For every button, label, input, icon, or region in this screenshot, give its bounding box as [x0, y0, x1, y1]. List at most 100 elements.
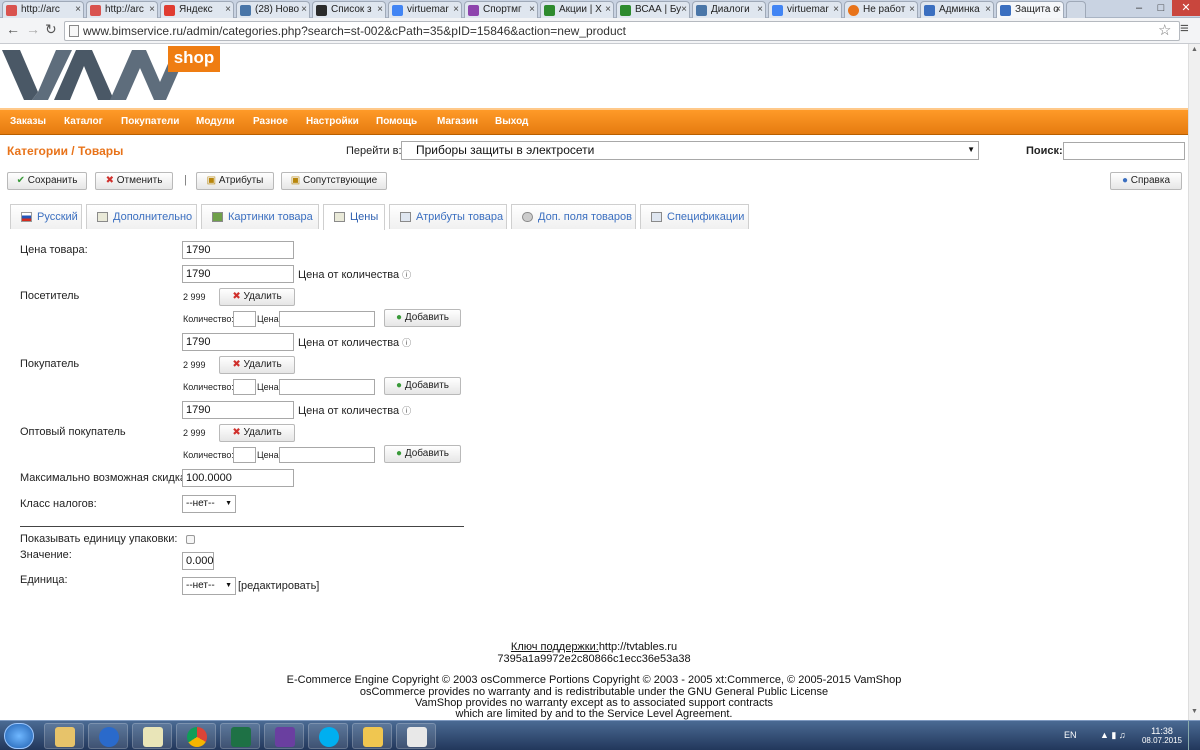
menu-help[interactable]: Помощь — [376, 116, 417, 127]
visual-studio-icon[interactable] — [264, 723, 304, 749]
browser-tab[interactable]: (28) Ново × — [236, 1, 310, 18]
cancel-button[interactable]: ✖ Отменить — [95, 172, 173, 190]
group-price-input[interactable]: 1790 — [182, 265, 294, 283]
show-unit-checkbox[interactable] — [186, 535, 195, 544]
delete-tier-button[interactable]: ✖ Удалить — [219, 356, 295, 374]
url-input[interactable]: www.bimservice.ru/admin/categories.php?s… — [64, 21, 1180, 41]
group-price-input[interactable]: 1790 — [182, 401, 294, 419]
close-tab-icon[interactable]: × — [149, 2, 155, 18]
tab-russian[interactable]: Русский — [10, 204, 82, 229]
tier-price-input[interactable] — [279, 379, 375, 395]
add-tier-button[interactable]: ● Добавить — [384, 377, 461, 395]
tier-price-input[interactable] — [279, 311, 375, 327]
browser-tab[interactable]: http://arc × — [86, 1, 158, 18]
new-tab-button[interactable] — [1066, 1, 1086, 18]
category-select[interactable]: Приборы защиты в электросети ▼ — [401, 141, 979, 160]
browser-tab-active[interactable]: Защита о × — [996, 1, 1064, 19]
close-tab-icon[interactable]: × — [225, 2, 231, 18]
tier-price-input[interactable] — [279, 447, 375, 463]
tab-specifications[interactable]: Спецификации — [640, 204, 749, 229]
reload-icon[interactable]: ↻ — [45, 21, 57, 38]
close-tab-icon[interactable]: × — [529, 2, 535, 18]
related-button[interactable]: ▣ Сопутствующие — [281, 172, 387, 190]
browser-tab[interactable]: Админка × — [920, 1, 994, 18]
browser-tab[interactable]: virtuemar × — [388, 1, 462, 18]
add-tier-button[interactable]: ● Добавить — [384, 445, 461, 463]
search-input[interactable] — [1063, 142, 1185, 160]
info-icon[interactable]: ⓘ — [402, 270, 411, 280]
max-discount-input[interactable]: 100.0000 — [182, 469, 294, 487]
menu-icon[interactable]: ≡ — [1180, 20, 1189, 37]
forward-icon[interactable]: → — [26, 21, 40, 37]
scroll-up-icon[interactable]: ▲ — [1191, 46, 1198, 53]
attributes-button[interactable]: ▣ Атрибуты — [196, 172, 274, 190]
close-tab-icon[interactable]: × — [377, 2, 383, 18]
menu-catalog[interactable]: Каталог — [64, 116, 103, 127]
star-icon[interactable]: ☆ — [1158, 21, 1171, 39]
tab-extra-fields[interactable]: Доп. поля товаров — [511, 204, 636, 229]
vertical-scrollbar[interactable]: ▲ ▼ — [1188, 44, 1200, 720]
delete-tier-button[interactable]: ✖ Удалить — [219, 424, 295, 442]
delete-tier-button[interactable]: ✖ Удалить — [219, 288, 295, 306]
menu-customers[interactable]: Покупатели — [121, 116, 179, 127]
documents-icon[interactable] — [352, 723, 392, 749]
qty-input[interactable] — [233, 379, 256, 395]
help-button[interactable]: ● Справка — [1110, 172, 1182, 190]
browser-tab[interactable]: Не работ × — [844, 1, 918, 18]
menu-modules[interactable]: Модули — [196, 116, 235, 127]
vamshop-logo[interactable] — [2, 48, 192, 102]
product-price-input[interactable]: 1790 — [182, 241, 294, 259]
tab-additional[interactable]: Дополнительно — [86, 204, 197, 229]
group-price-input[interactable]: 1790 — [182, 333, 294, 351]
unit-select[interactable]: --нет-- ▼ — [182, 577, 236, 595]
info-icon[interactable]: ⓘ — [402, 338, 411, 348]
tab-product-attributes[interactable]: Атрибуты товара — [389, 204, 507, 229]
close-window-icon[interactable]: ✕ — [1172, 0, 1200, 16]
browser-tab[interactable]: Акции | Х × — [540, 1, 614, 18]
qty-input[interactable] — [233, 447, 256, 463]
browser-tab[interactable]: Яндекс × — [160, 1, 234, 18]
close-tab-icon[interactable]: × — [75, 2, 81, 18]
qty-input[interactable] — [233, 311, 256, 327]
browser-tab[interactable]: Список з × — [312, 1, 386, 18]
scroll-down-icon[interactable]: ▼ — [1191, 708, 1198, 715]
notepad-icon[interactable] — [132, 723, 172, 749]
close-tab-icon[interactable]: × — [1055, 2, 1061, 18]
tax-class-select[interactable]: --нет-- ▼ — [182, 495, 236, 513]
edit-unit-link[interactable]: [редактировать] — [238, 580, 319, 592]
show-desktop-button[interactable] — [1188, 721, 1200, 750]
close-tab-icon[interactable]: × — [605, 2, 611, 18]
close-tab-icon[interactable]: × — [301, 2, 307, 18]
skype-icon[interactable] — [308, 723, 348, 749]
close-tab-icon[interactable]: × — [909, 2, 915, 18]
back-icon[interactable]: ← — [6, 21, 20, 37]
game-icon[interactable] — [396, 723, 436, 749]
excel-icon[interactable] — [220, 723, 260, 749]
menu-settings[interactable]: Настройки — [306, 116, 359, 127]
close-tab-icon[interactable]: × — [453, 2, 459, 18]
clock[interactable]: 11:38 08.07.2015 — [1140, 726, 1184, 745]
tab-prices[interactable]: Цены — [323, 204, 385, 230]
browser-tab[interactable]: Диалоги × — [692, 1, 766, 18]
menu-shop[interactable]: Магазин — [437, 116, 478, 127]
browser-tab[interactable]: Спортмг × — [464, 1, 538, 18]
add-tier-button[interactable]: ● Добавить — [384, 309, 461, 327]
chrome-icon[interactable] — [176, 723, 216, 749]
explorer-icon[interactable] — [44, 723, 84, 749]
info-icon[interactable]: ⓘ — [402, 406, 411, 416]
save-button[interactable]: ✔ Сохранить — [7, 172, 87, 190]
tab-images[interactable]: Картинки товара — [201, 204, 319, 229]
menu-logout[interactable]: Выход — [495, 116, 528, 127]
browser-tab[interactable]: virtuemar × — [768, 1, 842, 18]
close-tab-icon[interactable]: × — [757, 2, 763, 18]
maximize-icon[interactable]: □ — [1150, 0, 1172, 16]
close-tab-icon[interactable]: × — [985, 2, 991, 18]
media-player-icon[interactable] — [88, 723, 128, 749]
start-button[interactable] — [4, 723, 34, 749]
browser-tab[interactable]: http://arc × — [2, 1, 84, 18]
minimize-icon[interactable]: – — [1128, 0, 1150, 16]
close-tab-icon[interactable]: × — [833, 2, 839, 18]
tray-icons[interactable]: ▲ ▮ ♫ — [1100, 730, 1126, 741]
browser-tab[interactable]: ВСАА | Бу × — [616, 1, 690, 18]
unit-value-input[interactable]: 0.000 — [182, 552, 214, 570]
